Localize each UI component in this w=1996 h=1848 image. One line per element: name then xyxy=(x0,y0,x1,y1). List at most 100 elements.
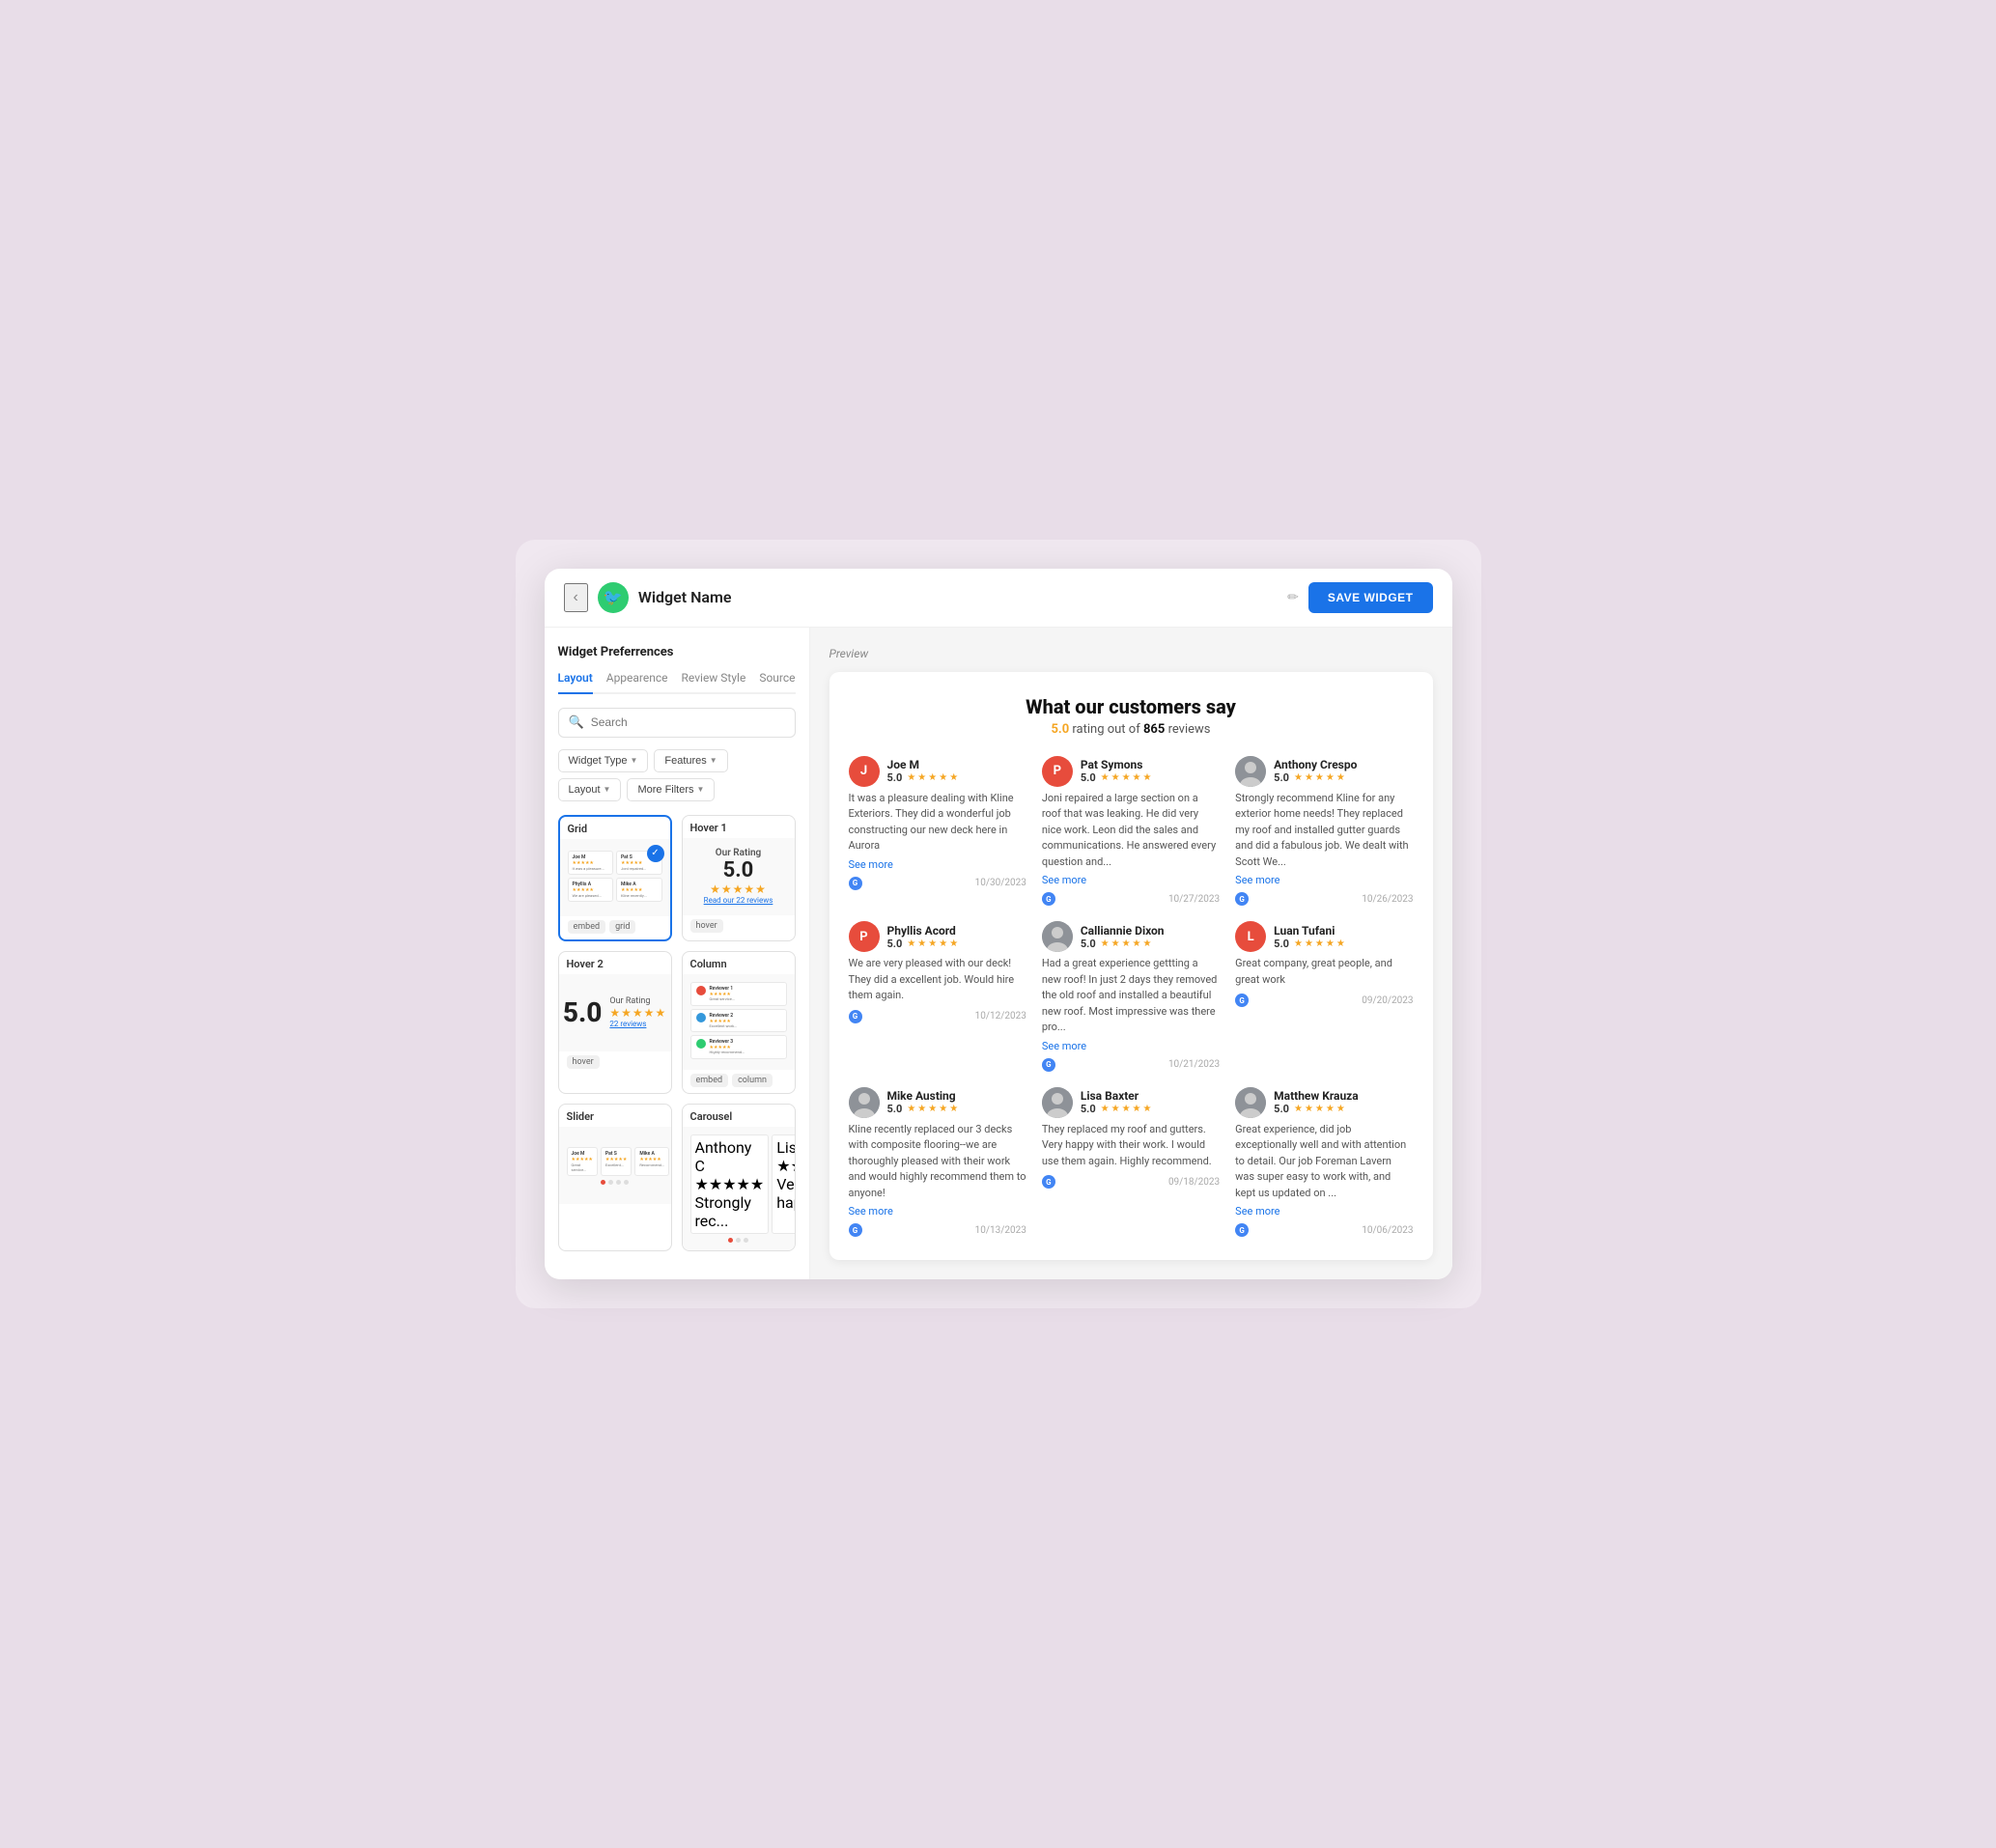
widget-card-slider-label: Slider xyxy=(559,1105,671,1127)
widget-card-hover2-tags: hover xyxy=(559,1051,671,1075)
review-date-5: 10/21/2023 xyxy=(1168,1059,1220,1070)
tag-embed: embed xyxy=(568,920,606,934)
review-card-3: Anthony Crespo 5.0 ★★★★★ Strongly recomm… xyxy=(1235,756,1413,907)
widget-card-hover1-preview: Our Rating 5.0 ★★★★★ Read our 22 reviews xyxy=(683,838,795,915)
widget-card-hover2[interactable]: Hover 2 5.0 Our Rating ★★★★★ 22 reviews xyxy=(558,951,672,1094)
review-header-4: P Phyllis Acord 5.0 ★★★★★ xyxy=(849,921,1026,952)
review-name-7: Mike Austing xyxy=(887,1089,959,1103)
tab-layout[interactable]: Layout xyxy=(558,671,593,694)
tab-appearance[interactable]: Appearence xyxy=(606,671,668,692)
review-header-6: L Luan Tufani 5.0 ★★★★★ xyxy=(1235,921,1413,952)
review-stars-3: 5.0 ★★★★★ xyxy=(1274,771,1357,784)
review-text-5: Had a great experience gettting a new ro… xyxy=(1042,956,1220,1036)
review-text-9: Great experience, did job exceptionally … xyxy=(1235,1122,1413,1202)
review-date-2: 10/27/2023 xyxy=(1168,894,1220,905)
search-input[interactable] xyxy=(591,715,785,729)
review-avatar-9 xyxy=(1235,1087,1266,1118)
review-card-4: P Phyllis Acord 5.0 ★★★★★ We are very pl… xyxy=(849,921,1026,1072)
edit-icon[interactable]: ✏ xyxy=(1287,590,1299,605)
review-text-8: They replaced my roof and gutters. Very … xyxy=(1042,1122,1220,1170)
review-card-5: Calliannie Dixon 5.0 ★★★★★ Had a great e… xyxy=(1042,921,1220,1072)
review-count: 865 xyxy=(1143,722,1165,737)
hover1-rating: 5.0 xyxy=(704,858,773,882)
see-more-9[interactable]: See more xyxy=(1235,1205,1413,1218)
review-date-8: 09/18/2023 xyxy=(1168,1177,1220,1188)
tab-source[interactable]: Source xyxy=(759,671,795,692)
save-widget-button[interactable]: SAVE WIDGET xyxy=(1308,582,1433,613)
header: ‹ 🐦 Widget Name ✏ SAVE WIDGET xyxy=(545,569,1452,628)
filter-more[interactable]: More Filters ▼ xyxy=(627,778,715,801)
review-name-4: Phyllis Acord xyxy=(887,924,959,938)
review-name-3: Anthony Crespo xyxy=(1274,758,1357,771)
google-icon-6: G xyxy=(1235,994,1249,1007)
review-stars-7: 5.0 ★★★★★ xyxy=(887,1103,959,1115)
review-footer-2: G 10/27/2023 xyxy=(1042,892,1220,906)
right-panel: Preview What our customers say 5.0 ratin… xyxy=(810,628,1452,1280)
widget-prefs-title: Widget Preferrences xyxy=(558,645,796,659)
review-avatar-5 xyxy=(1042,921,1073,952)
review-date-1: 10/30/2023 xyxy=(975,878,1026,888)
review-date-9: 10/06/2023 xyxy=(1362,1225,1413,1236)
widget-card-slider[interactable]: Slider Joe M ★★★★★ Great service... xyxy=(558,1104,672,1251)
reviews-grid: J Joe M 5.0 ★★★★★ It was a pleasure deal… xyxy=(849,756,1414,1238)
widget-card-hover1[interactable]: Hover 1 Our Rating 5.0 ★★★★★ Read our 22… xyxy=(682,815,796,941)
review-header-8: Lisa Baxter 5.0 ★★★★★ xyxy=(1042,1087,1220,1118)
rating-value: 5.0 xyxy=(1051,722,1069,737)
tabs-row: Layout Appearence Review Style Source Em… xyxy=(558,671,796,694)
review-name-8: Lisa Baxter xyxy=(1081,1089,1152,1103)
reviews-label: reviews xyxy=(1168,722,1211,737)
left-panel: Widget Preferrences Layout Appearence Re… xyxy=(545,628,810,1280)
review-avatar-4: P xyxy=(849,921,880,952)
review-footer-7: G 10/13/2023 xyxy=(849,1223,1026,1237)
review-stars-5: 5.0 ★★★★★ xyxy=(1081,938,1165,950)
see-more-5[interactable]: See more xyxy=(1042,1040,1220,1052)
see-more-2[interactable]: See more xyxy=(1042,874,1220,886)
review-stars-9: 5.0 ★★★★★ xyxy=(1274,1103,1359,1115)
widget-card-column[interactable]: Column Reviewer 1 ★★★★★ Great service... xyxy=(682,951,796,1094)
review-avatar-6: L xyxy=(1235,921,1266,952)
back-button[interactable]: ‹ xyxy=(564,583,588,612)
widget-heading: What our customers say xyxy=(849,695,1414,718)
tag-embed-col: embed xyxy=(690,1074,729,1087)
tag-hover2: hover xyxy=(567,1055,600,1069)
widget-card-grid[interactable]: Grid ✓ Joe M ★★★★★ It was a pleasure... xyxy=(558,815,672,941)
widget-card-carousel-label: Carousel xyxy=(683,1105,795,1127)
filter-layout[interactable]: Layout ▼ xyxy=(558,778,622,801)
google-icon-3: G xyxy=(1235,892,1249,906)
selected-check-icon: ✓ xyxy=(647,845,664,862)
hover1-our-rating: Our Rating xyxy=(704,848,773,858)
google-icon-9: G xyxy=(1235,1223,1249,1237)
filter-features[interactable]: Features ▼ xyxy=(654,749,727,772)
review-card-7: Mike Austing 5.0 ★★★★★ Kline recently re… xyxy=(849,1087,1026,1238)
tag-column: column xyxy=(732,1074,773,1087)
see-more-1[interactable]: See more xyxy=(849,858,1026,871)
widget-card-column-preview: Reviewer 1 ★★★★★ Great service... Review… xyxy=(683,974,795,1070)
review-name-6: Luan Tufani xyxy=(1274,924,1345,938)
review-stars-1: 5.0 ★★★★★ xyxy=(887,771,959,784)
review-footer-1: G 10/30/2023 xyxy=(849,877,1026,890)
review-date-3: 10/26/2023 xyxy=(1362,894,1413,905)
review-header-9: Matthew Krauza 5.0 ★★★★★ xyxy=(1235,1087,1413,1118)
review-text-4: We are very pleased with our deck! They … xyxy=(849,956,1026,1004)
review-text-2: Joni repaired a large section on a roof … xyxy=(1042,791,1220,871)
tab-review-style[interactable]: Review Style xyxy=(682,671,746,692)
app-logo: 🐦 xyxy=(598,582,629,613)
see-more-3[interactable]: See more xyxy=(1235,874,1413,886)
review-header-7: Mike Austing 5.0 ★★★★★ xyxy=(849,1087,1026,1118)
review-footer-6: G 09/20/2023 xyxy=(1235,994,1413,1007)
see-more-7[interactable]: See more xyxy=(849,1205,1026,1218)
review-text-1: It was a pleasure dealing with Kline Ext… xyxy=(849,791,1026,854)
widget-card-column-tags: embed column xyxy=(683,1070,795,1093)
widget-card-slider-preview: Joe M ★★★★★ Great service... Pat S ★★★★★… xyxy=(559,1127,671,1204)
filter-widget-type[interactable]: Widget Type ▼ xyxy=(558,749,649,772)
widget-card-carousel[interactable]: Carousel Anthony C ★★★★★ Strongly rec... xyxy=(682,1104,796,1251)
tag-hover: hover xyxy=(690,919,723,933)
hover2-reviews-link: 22 reviews xyxy=(609,1020,666,1028)
review-text-7: Kline recently replaced our 3 decks with… xyxy=(849,1122,1026,1202)
widget-card-hover1-tags: hover xyxy=(683,915,795,938)
hover2-rating: 5.0 xyxy=(563,996,603,1028)
widget-card-column-label: Column xyxy=(683,952,795,974)
google-icon-7: G xyxy=(849,1223,862,1237)
review-card-6: L Luan Tufani 5.0 ★★★★★ Great company, g… xyxy=(1235,921,1413,1072)
widget-card-carousel-preview: Anthony C ★★★★★ Strongly rec... Lisa B ★… xyxy=(683,1127,795,1250)
